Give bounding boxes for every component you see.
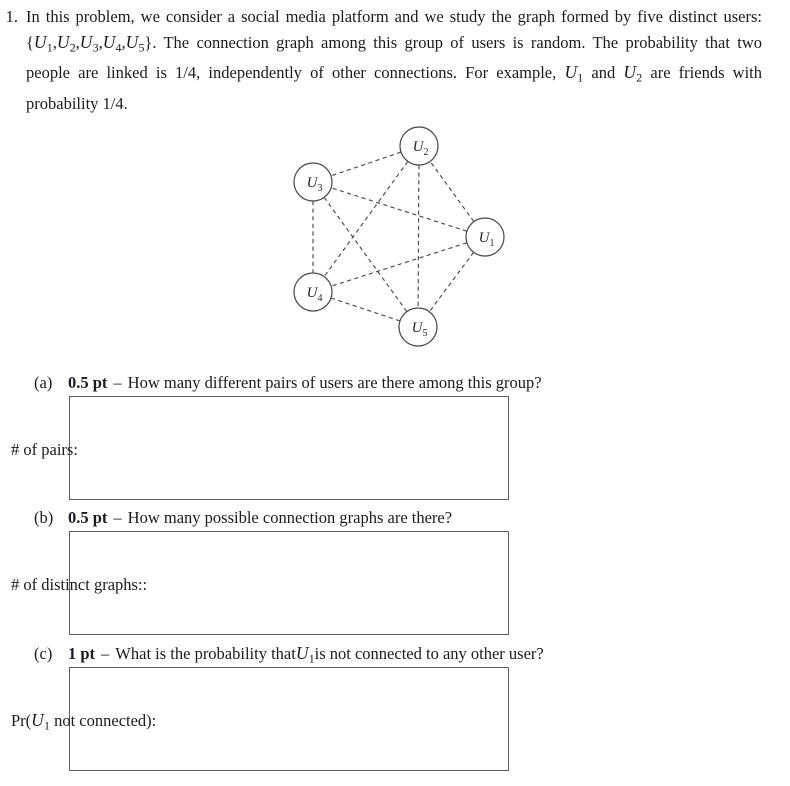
part-b-dash: – [113,508,122,527]
statement-segment-3: and [583,63,624,83]
part-a-answer-box[interactable] [69,396,509,500]
part-a-answer-label: # of pairs: [11,440,78,459]
problem-statement-row: 1. In this problem, we consider a social… [0,4,780,117]
graph-node-u2[interactable]: U2 [399,126,439,166]
graph-node-subscript-u5: 5 [423,328,428,339]
part-c-letter: (c) [34,644,53,663]
user-symbol-u2: U2 [56,31,76,54]
part-c-answer-label: Pr(U1 not connected): [11,710,156,735]
graph-edge-u3-u5 [323,197,408,312]
part-a-question: How many different pairs of users are th… [127,373,542,392]
problem-statement: 1. In this problem, we consider a social… [0,4,780,117]
graph-edge-u2-u3 [330,151,402,177]
graph-node-subscript-u1: 1 [490,238,495,249]
user-symbol-u4: U4 [102,31,122,54]
part-c-label-suffix: not connected): [49,711,157,730]
part-b-letter: (b) [34,508,54,527]
part-a-points: 0.5 pt [68,373,108,392]
graph-edge-u4-u5 [330,297,401,322]
user-symbol-u1-answer-label: U1 [31,710,50,733]
graph-node-u3[interactable]: U3 [293,162,333,202]
user-symbol-u5: U5 [125,31,145,54]
graph-edge-u2-u5 [417,164,420,309]
graph-edge-u1-u3 [330,187,468,232]
user-symbol-u2-example: U2 [623,62,643,85]
user-symbol-u1: U1 [33,31,53,54]
part-b: (b) 0.5 pt – How many possible connectio… [34,506,774,529]
part-b-points: 0.5 pt [68,508,108,527]
user-symbol-u1-example: U1 [564,62,584,85]
part-b-head: (b) 0.5 pt – How many possible connectio… [34,506,774,529]
user-symbol-u3: U3 [79,31,99,54]
part-a: (a) 0.5 pt – How many different pairs of… [34,371,774,394]
graph-node-u4[interactable]: U4 [293,272,333,312]
part-c-question-prefix: What is the probability that [115,644,296,663]
graph-edge-u1-u5 [428,251,475,313]
graph-edge-u2-u4 [323,161,409,277]
graph-svg: U 1 U 2 U 3 U 4 U 5 [293,126,505,347]
graph-node-subscript-u3: 3 [318,183,323,194]
part-c-question-suffix: is not connected to any other user? [314,644,544,663]
graph-edge-u1-u4 [330,242,468,287]
graph-node-subscript-u4: 4 [318,293,323,304]
graph-node-layer: U 1 U 2 U 3 U 4 U 5 [293,126,505,347]
user-connection-graph-figure: U1 U2 U3 U4 U5 [268,116,518,356]
part-b-question: How many possible connection graphs are … [127,508,453,527]
graph-edge-u1-u2 [429,161,475,222]
part-c-dash: – [101,644,110,663]
part-c-label-prefix: Pr( [11,711,32,730]
part-a-dash: – [113,373,122,392]
part-a-head: (a) 0.5 pt – How many different pairs of… [34,371,774,394]
problem-statement-text: In this problem, we consider a social me… [26,4,780,117]
part-a-letter: (a) [34,373,53,392]
problem-number: 1. [5,7,18,26]
part-b-answer-label: # of distinct graphs:: [11,575,148,594]
part-c-points: 1 pt [68,644,96,663]
graph-edge-layer [312,151,475,322]
graph-node-subscript-u2: 2 [424,147,429,158]
graph-node-u5[interactable]: U5 [398,307,438,347]
graph-node-u1[interactable]: U1 [465,217,505,257]
